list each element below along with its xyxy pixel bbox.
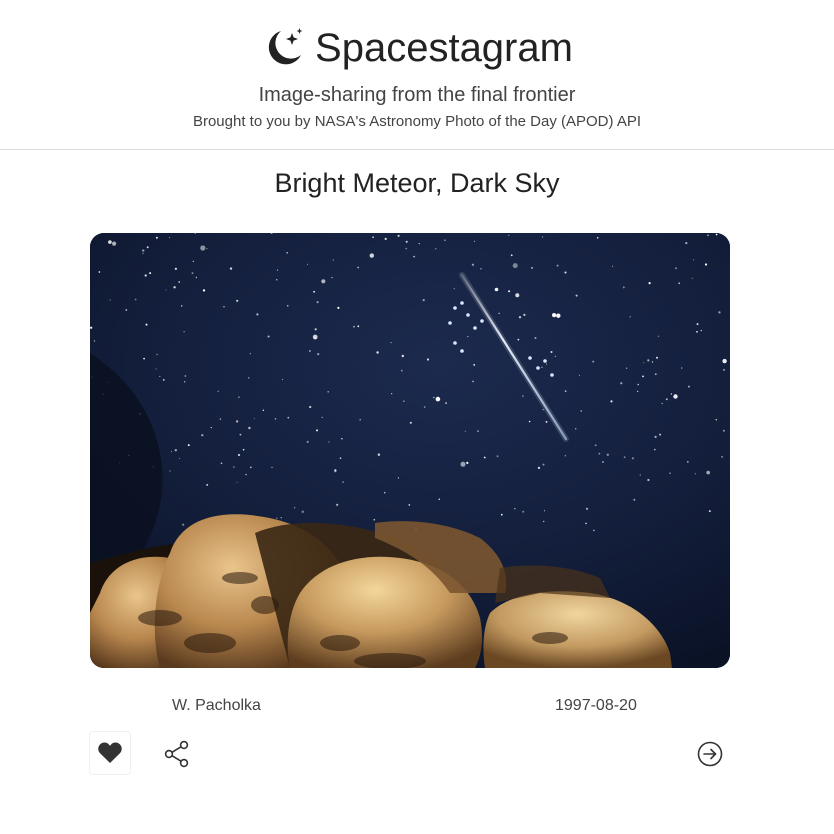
brand: Spacestagram	[0, 24, 834, 72]
open-post-button[interactable]	[694, 738, 726, 770]
post-image[interactable]	[90, 233, 730, 668]
site-header: Spacestagram Image-sharing from the fina…	[0, 0, 834, 150]
meteor-photo	[90, 233, 730, 668]
moon-stars-icon	[268, 28, 303, 65]
subtagline: Brought to you by NASA's Astronomy Photo…	[192, 113, 642, 130]
app-title: Spacestagram	[315, 26, 573, 70]
heart-icon	[98, 742, 122, 763]
tagline: Image-sharing from the final frontier	[258, 84, 576, 106]
like-button[interactable]	[89, 731, 131, 775]
post-title: Bright Meteor, Dark Sky	[274, 168, 560, 198]
post-date: 1997-08-20	[555, 697, 637, 714]
share-button[interactable]	[160, 737, 194, 771]
post-author: W. Pacholka	[172, 697, 261, 714]
arrow-right-circle-icon	[697, 741, 723, 767]
share-icon	[164, 740, 189, 768]
